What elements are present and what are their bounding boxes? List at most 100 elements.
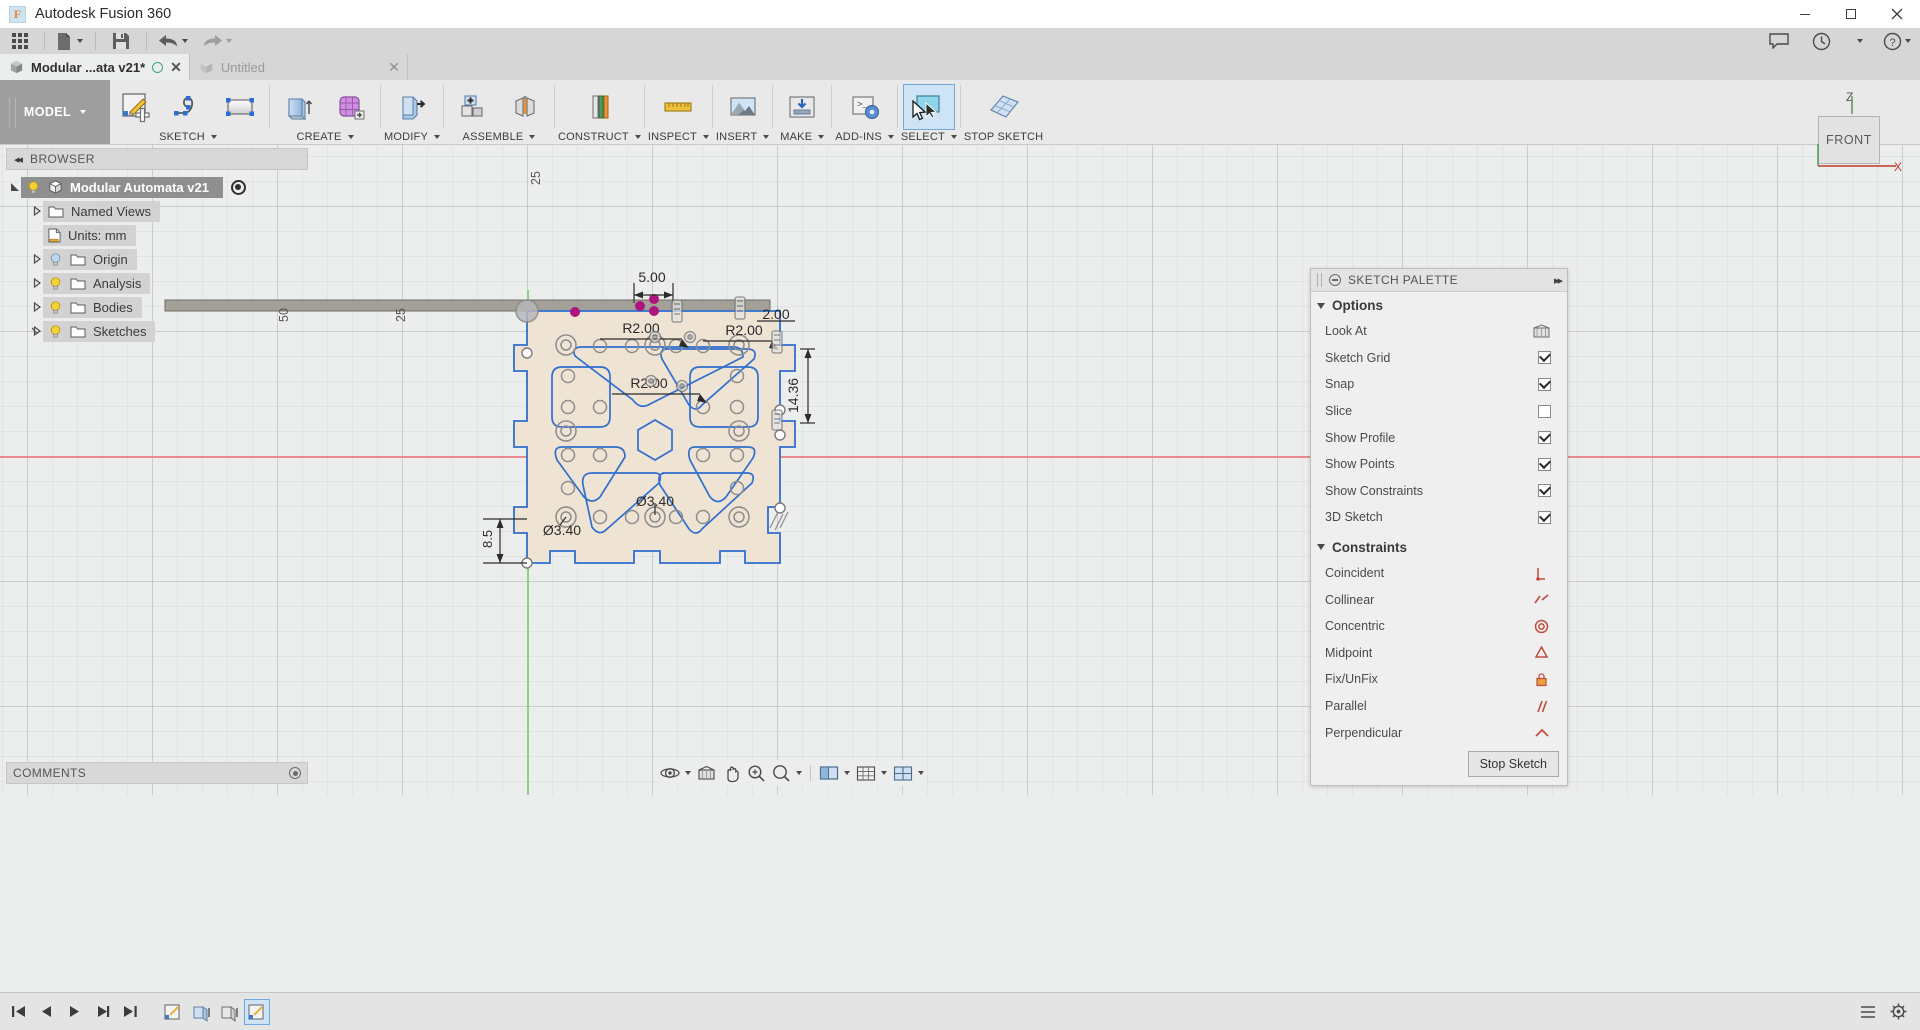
ribbon-group-label[interactable]: SKETCH — [159, 131, 217, 143]
palette-row-show-points[interactable]: Show Points — [1311, 451, 1567, 478]
save-icon[interactable] — [100, 28, 142, 54]
extrude-button[interactable] — [273, 84, 325, 130]
close-tab-icon[interactable]: ✕ — [170, 60, 182, 74]
palette-row-snap[interactable]: Snap — [1311, 371, 1567, 398]
tree-row-named-views[interactable]: Named Views — [6, 199, 308, 223]
tree-row-analysis[interactable]: Analysis — [6, 271, 308, 295]
palette-row-concentric[interactable]: Concentric — [1311, 613, 1567, 640]
palette-row-perpendicular[interactable]: Perpendicular — [1311, 719, 1567, 746]
rectangle-button[interactable] — [214, 84, 266, 130]
account-chevron-icon[interactable] — [1842, 28, 1874, 54]
tree-chip-units[interactable]: Units: mm — [43, 224, 136, 246]
look-at-icon[interactable] — [1532, 323, 1551, 340]
document-tab-active[interactable]: Modular ...ata v21* ✕ — [0, 54, 190, 80]
palette-row-3d-sketch[interactable]: 3D Sketch — [1311, 504, 1567, 531]
ribbon-group-label[interactable]: INSERT — [716, 131, 770, 143]
palette-grip[interactable] — [1317, 273, 1322, 287]
palette-section-constraints-header[interactable]: Constraints — [1311, 534, 1567, 560]
visibility-bulb-icon[interactable] — [48, 276, 63, 291]
add-comment-icon[interactable] — [289, 767, 301, 779]
ribbon-group-label[interactable]: ASSEMBLE — [463, 131, 536, 143]
joint-button[interactable] — [499, 84, 551, 130]
ribbon-group-label[interactable]: ADD-INS — [835, 131, 894, 143]
viewports-button[interactable] — [890, 760, 927, 786]
palette-row-midpoint[interactable]: Midpoint — [1311, 640, 1567, 667]
offset-plane-button[interactable] — [573, 84, 625, 130]
visibility-bulb-icon[interactable] — [48, 252, 63, 267]
expand-arrow-icon[interactable] — [30, 277, 43, 290]
zoom-button[interactable] — [744, 760, 769, 786]
form-button[interactable] — [325, 84, 377, 130]
history-icon[interactable] — [1800, 28, 1842, 54]
undo-icon[interactable] — [151, 28, 195, 54]
go-to-start-button[interactable] — [4, 998, 32, 1026]
sketch-grid-checkbox[interactable] — [1538, 351, 1551, 365]
tree-row-root[interactable]: Modular Automata v21 — [6, 175, 308, 199]
collinear-icon[interactable] — [1532, 591, 1551, 608]
ribbon-group-label[interactable]: STOP SKETCH — [964, 131, 1043, 143]
view-cube[interactable]: Z FRONT X — [1784, 88, 1902, 184]
orbit-button[interactable] — [657, 760, 694, 786]
workspace-switcher[interactable]: MODEL — [0, 80, 110, 144]
go-to-end-button[interactable] — [116, 998, 144, 1026]
palette-row-slice[interactable]: Slice — [1311, 398, 1567, 425]
palette-row-fix-unfix[interactable]: Fix/UnFix — [1311, 666, 1567, 693]
expand-arrow-icon[interactable] — [30, 205, 43, 218]
play-button[interactable] — [60, 998, 88, 1026]
close-tab-icon[interactable]: ✕ — [388, 60, 400, 74]
slice-checkbox[interactable] — [1538, 404, 1551, 418]
expand-arrow-icon[interactable] — [30, 253, 43, 266]
document-tab-untitled[interactable]: Untitled ✕ — [189, 54, 408, 80]
select-tool-button[interactable] — [902, 84, 955, 130]
visibility-bulb-icon[interactable] — [48, 324, 63, 339]
palette-row-look-at[interactable]: Look At — [1311, 318, 1567, 345]
perpendicular-icon[interactable] — [1532, 724, 1551, 741]
settings-button[interactable] — [1884, 998, 1912, 1026]
timeline-feature-extrude1[interactable] — [188, 999, 214, 1025]
press-pull-button[interactable] — [386, 84, 438, 130]
sketch-palette-header[interactable]: SKETCH PALETTE ▸▸ — [1311, 269, 1567, 292]
ribbon-group-label[interactable]: MAKE — [780, 131, 825, 143]
palette-section-options-header[interactable]: Options — [1311, 292, 1567, 318]
show-constraints-checkbox[interactable] — [1538, 484, 1551, 498]
palette-row-show-profile[interactable]: Show Profile — [1311, 424, 1567, 451]
palette-row-parallel[interactable]: Parallel — [1311, 693, 1567, 720]
browser-header[interactable]: ◂◂ BROWSER — [6, 148, 308, 170]
minimize-button[interactable] — [1782, 0, 1828, 28]
tree-chip-analysis[interactable]: Analysis — [43, 272, 151, 294]
timeline-feature-sketch2[interactable] — [244, 998, 270, 1025]
pan-button[interactable] — [719, 760, 744, 786]
tree-chip-root[interactable]: Modular Automata v21 — [21, 176, 223, 198]
palette-row-sketch-grid[interactable]: Sketch Grid — [1311, 345, 1567, 372]
3d-print-button[interactable] — [776, 84, 828, 130]
new-component-button[interactable] — [447, 84, 499, 130]
expand-right-icon[interactable]: ▸▸ — [1554, 274, 1563, 287]
snap-checkbox[interactable] — [1538, 377, 1551, 391]
concentric-icon[interactable] — [1532, 618, 1551, 635]
tree-chip-named-views[interactable]: Named Views — [43, 200, 160, 222]
ribbon-group-label[interactable]: INSPECT — [648, 131, 709, 143]
create-sketch-button[interactable] — [110, 84, 162, 130]
expand-arrow-icon[interactable] — [30, 325, 43, 338]
measure-button[interactable] — [652, 84, 704, 130]
coincident-icon[interactable] — [1532, 565, 1551, 582]
timeline-feature-sketch1[interactable] — [160, 999, 186, 1025]
zoom-window-button[interactable] — [769, 760, 805, 786]
palette-row-show-constraints[interactable]: Show Constraints — [1311, 478, 1567, 505]
show-points-checkbox[interactable] — [1538, 457, 1551, 471]
step-back-button[interactable] — [32, 998, 60, 1026]
tree-row-units[interactable]: Units: mm — [6, 223, 308, 247]
tree-row-bodies[interactable]: Bodies — [6, 295, 308, 319]
timeline-options-button[interactable] — [1854, 998, 1882, 1026]
close-button[interactable] — [1874, 0, 1920, 28]
palette-row-collinear[interactable]: Collinear — [1311, 586, 1567, 613]
new-document-icon[interactable] — [49, 28, 91, 54]
minimize-palette-icon[interactable] — [1329, 274, 1341, 286]
tree-chip-sketches[interactable]: Sketches — [43, 320, 156, 342]
ribbon-group-label[interactable]: MODIFY — [384, 131, 440, 143]
tree-row-sketches[interactable]: Sketches — [6, 319, 308, 343]
timeline-feature-extrude2[interactable] — [216, 999, 242, 1025]
app-grid-icon[interactable] — [0, 28, 40, 54]
spline-button[interactable] — [162, 84, 214, 130]
palette-row-coincident[interactable]: Coincident — [1311, 560, 1567, 587]
